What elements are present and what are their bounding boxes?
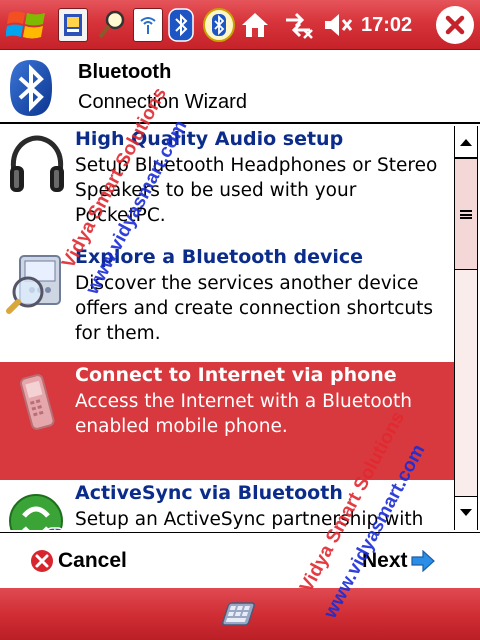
arrow-up-icon [460,138,472,146]
activesync-icon [9,494,64,530]
arrow-right-icon [410,550,435,572]
page-title: Bluetooth [78,61,172,83]
menu-bar [0,588,480,640]
bluetooth-logo-icon [10,60,52,116]
wizard-option-list: High Quality Audio setup Setup Bluetooth… [0,126,454,530]
bluetooth-app-icon[interactable] [168,6,194,44]
status-bar: 17:02 [0,0,480,50]
mobile-phone-icon [20,374,55,430]
vertical-scrollbar[interactable] [454,126,478,530]
scroll-thumb[interactable] [455,158,477,270]
connectivity-icon[interactable] [280,6,316,44]
contacts-app-icon[interactable] [58,6,88,44]
scroll-up-button[interactable] [455,126,477,158]
bluetooth-manager-icon[interactable] [202,6,236,44]
arrow-down-icon [460,508,472,516]
cancel-icon [31,550,53,572]
option-description: Discover the services another device off… [75,273,434,344]
close-icon [445,15,465,35]
clock[interactable]: 17:02 [361,0,412,50]
search-app-icon[interactable] [96,6,128,44]
option-title: Connect to Internet via phone [75,364,397,386]
cancel-label: Cancel [58,549,127,572]
volume-muted-icon[interactable] [320,6,356,44]
scroll-down-button[interactable] [455,496,477,528]
cancel-button[interactable]: Cancel [30,547,127,575]
grip-icon [460,209,472,219]
option-high-quality-audio[interactable]: High Quality Audio setup Setup Bluetooth… [0,126,454,244]
option-title: High Quality Audio setup [75,128,344,150]
close-button[interactable] [436,6,474,44]
signal-app-icon[interactable] [133,6,163,44]
headphones-icon [10,135,64,192]
home-icon[interactable] [239,6,271,44]
option-title: ActiveSync via Bluetooth [75,482,343,504]
wizard-header: Bluetooth Connection Wizard [0,51,480,124]
wizard-footer: Cancel Next [0,532,480,588]
scroll-track[interactable] [455,158,477,496]
windows-start-icon[interactable] [4,6,50,44]
keyboard-input-icon[interactable] [222,600,256,628]
